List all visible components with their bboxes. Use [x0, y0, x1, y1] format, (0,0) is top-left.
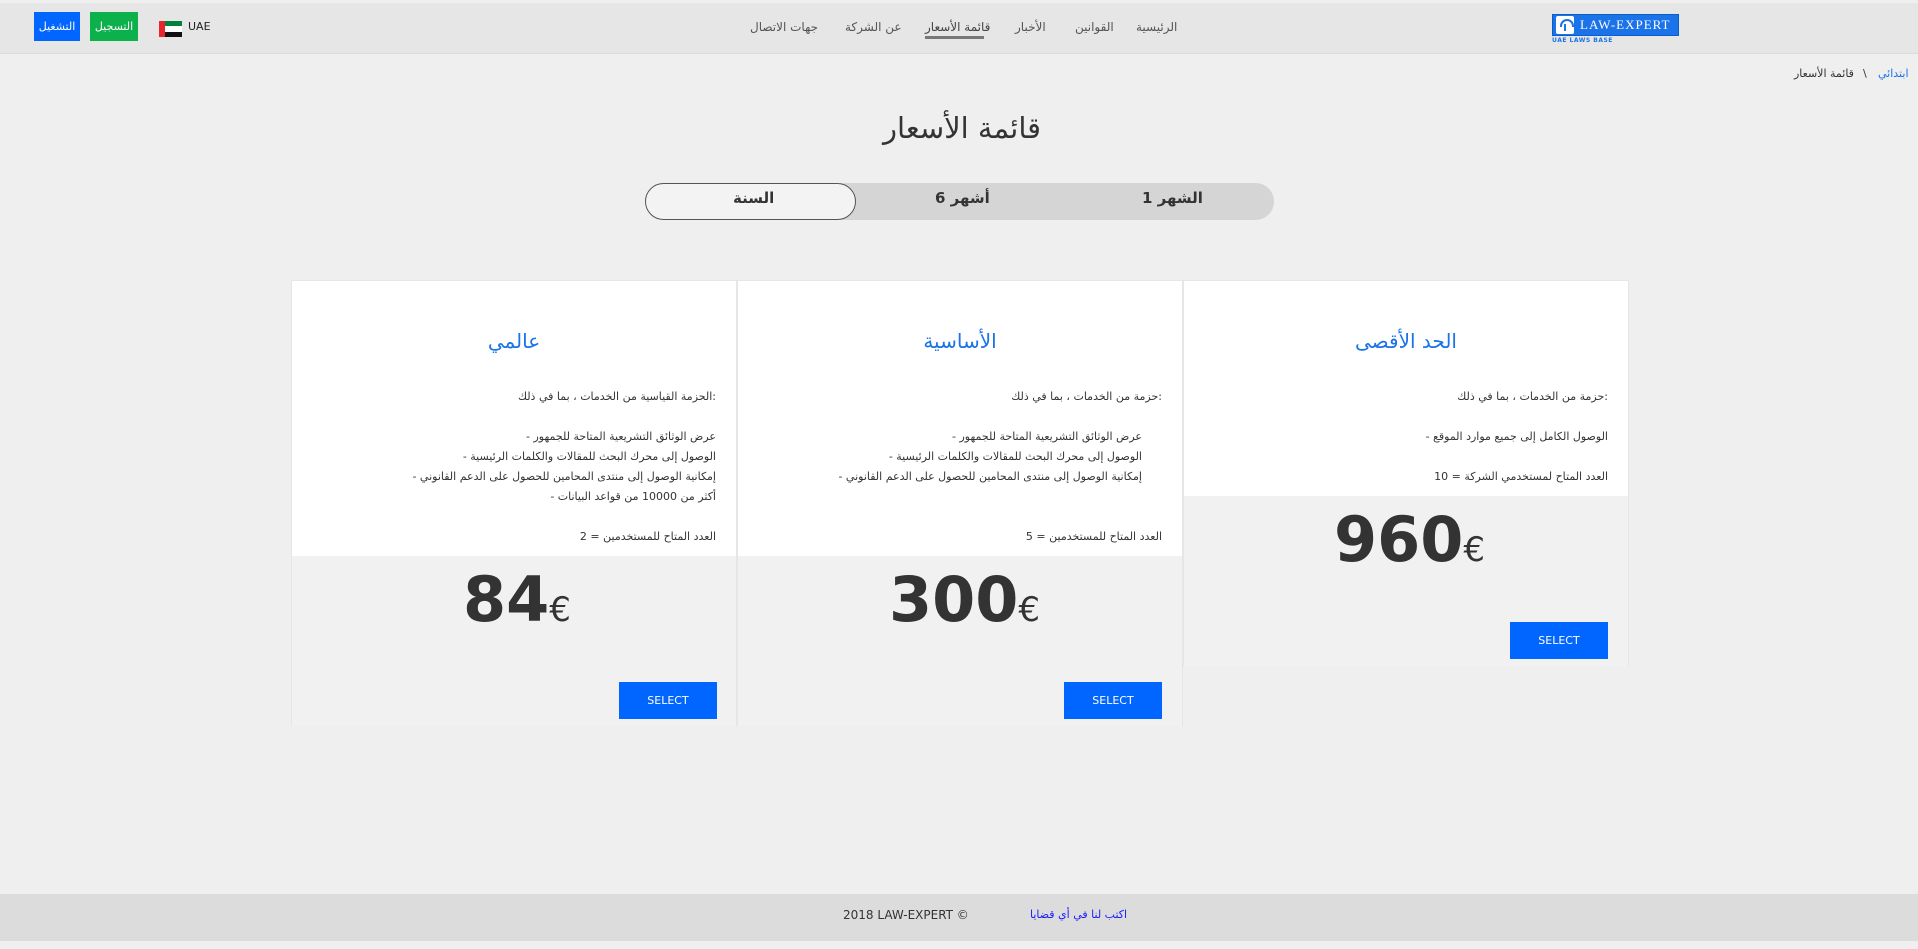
euro-symbol: €	[1018, 590, 1041, 630]
register-button[interactable]: التسجيل	[90, 12, 138, 41]
select-plan-button[interactable]: SELECT	[619, 682, 717, 719]
nav-about[interactable]: عن الشركة	[845, 20, 902, 34]
plan-user-count: العدد المتاح لمستخدمي الشركة = 10	[1434, 470, 1608, 483]
page-title: قائمة الأسعار	[882, 111, 1042, 145]
plan-title: الأساسية	[923, 329, 997, 353]
uae-flag-icon[interactable]	[159, 21, 182, 37]
nav-active-indicator	[925, 36, 984, 39]
euro-symbol: €	[549, 590, 571, 630]
plan-price: 300€	[889, 563, 1041, 636]
footer-contact-link[interactable]: اكتب لنا في أي قضايا	[1030, 908, 1127, 921]
euro-symbol: €	[1463, 530, 1486, 570]
period-option-6-months[interactable]: أشهر 6	[935, 189, 990, 207]
logo-tagline: UAE LAWS BASE	[1552, 37, 1613, 44]
umbrella-icon	[1556, 16, 1574, 34]
plan-feature: - عرض الوثائق التشريعية المتاحة للجمهور	[952, 430, 1142, 443]
site-logo[interactable]: LAW-EXPERT	[1552, 14, 1679, 36]
plan-price: 84€	[463, 563, 571, 636]
login-button[interactable]: التشغيل	[34, 12, 80, 41]
plan-feature: - إمكانية الوصول إلى منتدى المحامين للحص…	[412, 470, 716, 483]
nav-contacts[interactable]: جهات الاتصال	[750, 20, 818, 34]
plan-title: عالمي	[487, 329, 541, 353]
nav-price-list[interactable]: قائمة الأسعار	[925, 20, 990, 34]
plan-feature: - الوصول الكامل إلى جميع موارد الموقع	[1425, 430, 1608, 443]
plan-intro: الحزمة القياسية من الخدمات ، بما في ذلك:	[517, 390, 716, 403]
nav-home[interactable]: الرئيسية	[1136, 20, 1177, 34]
plan-feature: - أكثر من 10000 من قواعد البيانات	[550, 490, 716, 503]
period-option-year[interactable]: السنة	[733, 189, 774, 207]
plan-card-global: عالمي الحزمة القياسية من الخدمات ، بما ف…	[291, 280, 737, 726]
plan-feature: - إمكانية الوصول إلى منتدى المحامين للحص…	[838, 470, 1142, 483]
breadcrumb-home-link[interactable]: ابتدائي	[1878, 67, 1909, 80]
footer-copyright: 2018 LAW-EXPERT ©	[843, 908, 969, 922]
plan-card-maximum: الحد الأقصى حزمة من الخدمات ، بما في ذلك…	[1183, 280, 1629, 666]
breadcrumb-current: قائمة الأسعار	[1794, 67, 1854, 80]
logo-text: LAW-EXPERT	[1580, 17, 1671, 32]
select-plan-button[interactable]: SELECT	[1064, 682, 1162, 719]
nav-laws[interactable]: القوانين	[1075, 20, 1114, 34]
plan-intro: حزمة من الخدمات ، بما في ذلك:	[1457, 390, 1608, 403]
plan-card-basic: الأساسية حزمة من الخدمات ، بما في ذلك: -…	[737, 280, 1183, 726]
plan-feature: - الوصول إلى محرك البحث للمقالات والكلما…	[888, 450, 1142, 463]
plan-feature: - الوصول إلى محرك البحث للمقالات والكلما…	[462, 450, 716, 463]
plan-feature: - عرض الوثائق التشريعية المتاحة للجمهور	[526, 430, 716, 443]
plan-user-count: العدد المتاح للمستخدمين = 5	[1025, 530, 1162, 543]
period-option-1-month[interactable]: الشهر 1	[1142, 189, 1203, 207]
plan-user-count: العدد المتاح للمستخدمين = 2	[579, 530, 716, 543]
breadcrumb-separator: \	[1863, 67, 1867, 80]
country-selector-label[interactable]: UAE	[188, 20, 211, 33]
nav-news[interactable]: الأخبار	[1015, 20, 1046, 34]
plan-intro: حزمة من الخدمات ، بما في ذلك:	[1011, 390, 1162, 403]
plan-title: الحد الأقصى	[1355, 329, 1457, 353]
select-plan-button[interactable]: SELECT	[1510, 622, 1608, 659]
plan-price: 960€	[1334, 503, 1486, 576]
